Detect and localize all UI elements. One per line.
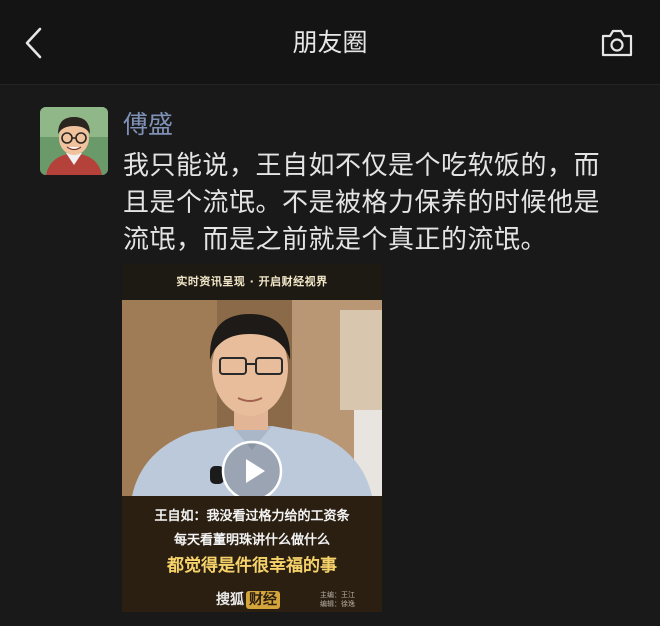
camera-icon [601,29,633,57]
caption-line-2: 每天看董明珠讲什么做什么 [173,533,330,548]
page-title: 朋友圈 [292,28,368,57]
avatar[interactable] [40,107,108,175]
video-caption: 王自如：我没看过格力给的工资条 每天看董明珠讲什么做什么 都觉得是件很幸福的事 … [122,496,382,612]
caption-line-1: 王自如：我没看过格力给的工资条 [154,509,350,524]
play-button[interactable] [221,440,283,496]
video-thumbnail [122,300,382,496]
credit-writer: 编辑：徐逸 [320,600,355,608]
video-card[interactable]: 实时资讯呈现 · 开启财经视界 王自如：我没看过格力给的工资条 每天看董明珠讲什… [122,264,382,612]
video-banner: 实时资讯呈现 · 开启财经视界 [122,264,382,300]
play-icon [221,440,283,496]
video-credits: 主编：王江 编辑：徐逸 [320,591,355,609]
moments-screen: 朋友圈 傅盛 我只能说，王自如不仅是个吃软饭的，而且是个流氓。不是被格力保养的时… [0,0,660,626]
avatar-illustration [40,107,108,175]
post-text: 我只能说，王自如不仅是个吃软饭的，而且是个流氓。不是被格力保养的时候他是流氓，而… [123,151,601,255]
credit-editor: 主编：王江 [320,591,355,599]
top-navbar: 朋友圈 [0,0,660,85]
brand-badge: 财经 [246,591,280,609]
brand-logo: 搜狐 财经 [216,591,280,609]
caption-line-3: 都觉得是件很幸福的事 [167,556,337,576]
post-author-name[interactable]: 傅盛 [123,108,173,142]
camera-button[interactable] [600,28,634,58]
moments-post: 傅盛 我只能说，王自如不仅是个吃软饭的，而且是个流氓。不是被格力保养的时候他是流… [0,84,660,626]
brand-name: 搜狐 [216,592,244,608]
